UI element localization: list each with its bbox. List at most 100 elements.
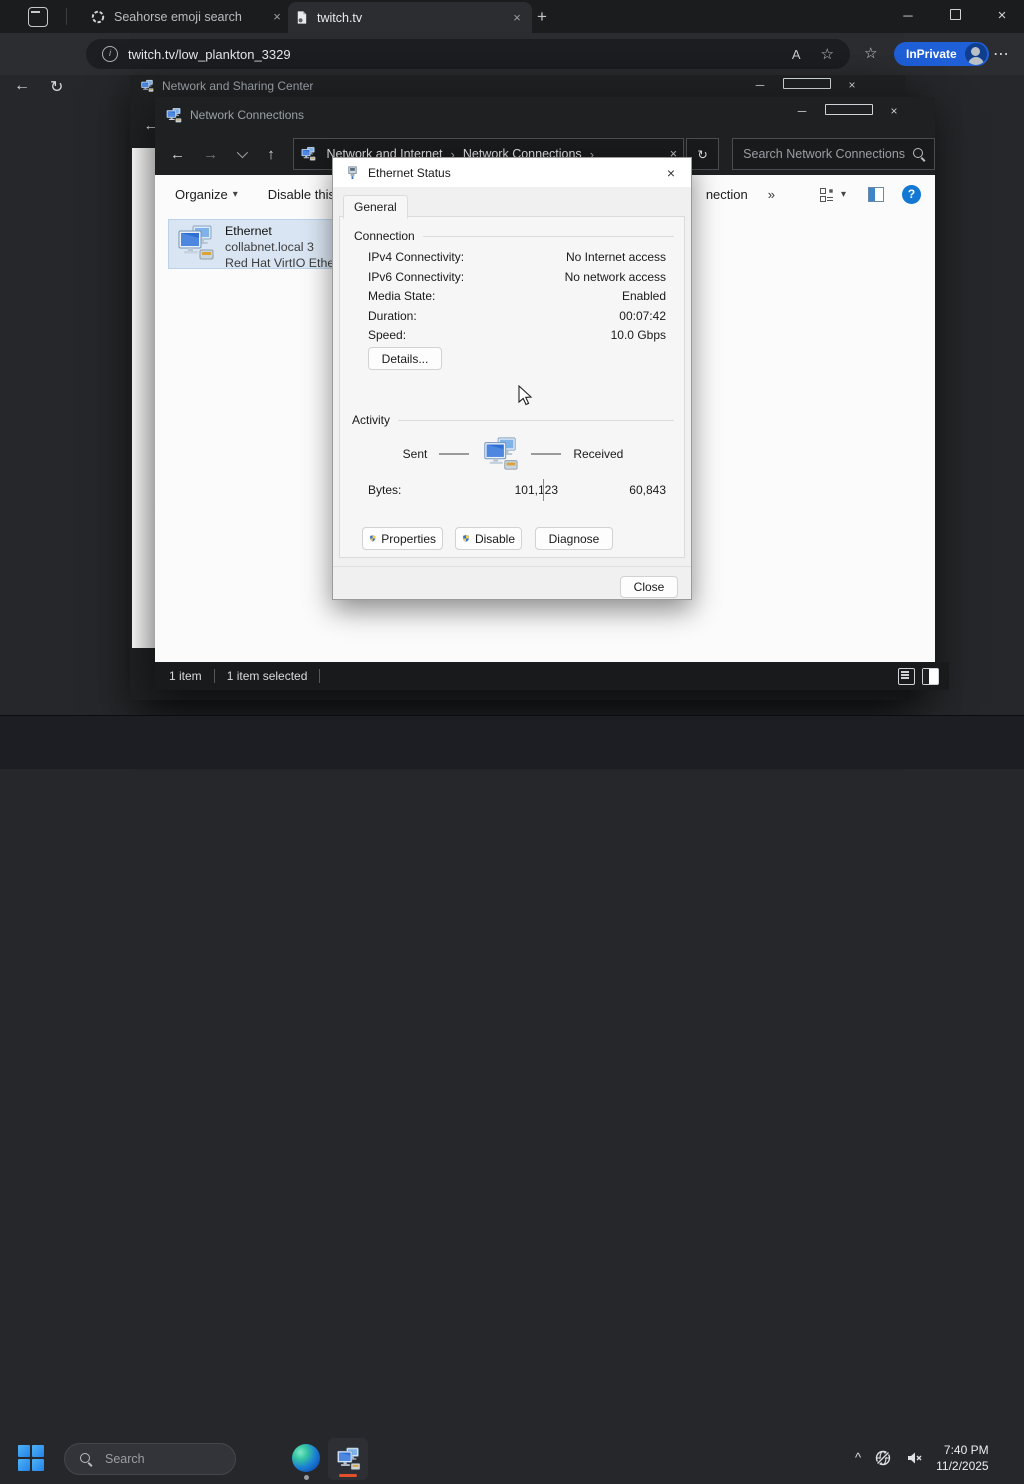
detail-row: Media State: Enabled [368,289,666,303]
more-commands-chevron-icon[interactable]: » [768,187,775,202]
organize-menu[interactable]: Organize [175,187,228,202]
dialog-footer-divider [333,566,691,567]
details-view-icon[interactable] [898,667,915,685]
ethernet-status-dialog: Ethernet Status × General Connection IPv… [332,157,692,600]
detail-row: IPv6 Connectivity: No network access [368,270,666,284]
preview-pane-icon[interactable] [868,186,884,202]
spiral-favicon-icon [90,9,106,25]
nc-status-bar: 1 item 1 item selected [155,662,949,690]
detail-row: IPv4 Connectivity: No Internet access [368,250,666,264]
row-value: No network access [564,270,666,284]
search-icon[interactable] [912,147,926,161]
tab-general[interactable]: General [343,195,408,219]
taskbar-search-box[interactable] [64,1443,236,1475]
tab-label: Seahorse emoji search [114,9,242,24]
bytes-divider [543,479,544,501]
details-button[interactable]: Details... [368,347,442,370]
nc-up-button[interactable]: ↑ [254,146,287,163]
mouse-cursor [518,385,533,406]
dialog-title: Ethernet Status [368,165,451,180]
nc-restore-button[interactable] [825,104,873,118]
properties-button[interactable]: Properties [362,527,443,550]
favorite-star-icon[interactable]: ☆ [821,45,834,63]
url-text: twitch.tv/low_plankton_3329 [128,46,291,62]
uac-shield-icon [369,532,376,545]
row-label: Speed: [368,328,407,342]
organize-dropdown-icon: ▾ [232,188,238,200]
row-label: Duration: [368,309,417,323]
nsc-restore-button[interactable] [783,78,831,92]
row-value: No Internet access [565,250,666,264]
browser-restore-button[interactable] [940,5,970,27]
bytes-label: Bytes: [368,483,402,497]
nc-back-button[interactable]: ← [161,146,194,163]
uac-shield-icon [462,532,470,545]
connection-name: Ethernet [225,224,272,238]
browser-back-button[interactable]: ← [14,77,30,95]
dialog-title-bar: Ethernet Status × [333,158,691,187]
tab-close-icon[interactable]: × [268,8,286,26]
nsc-window-title: Network and Sharing Center [162,79,314,93]
tray-overflow-chevron-icon[interactable]: ^ [855,1450,861,1465]
detail-row: Duration: 00:07:42 [368,309,666,323]
read-aloud-icon[interactable]: A [792,47,801,62]
close-button[interactable]: Close [620,576,678,598]
dialog-close-icon[interactable]: × [651,165,691,181]
start-button[interactable] [18,1445,44,1471]
taskbar-search-input[interactable] [103,1451,235,1467]
nc-close-button[interactable]: × [871,104,917,118]
nc-recent-locations-icon[interactable] [227,145,254,163]
tab-seahorse[interactable]: Seahorse emoji search × [84,0,292,33]
tab-actions-button[interactable] [28,7,48,27]
network-icon [165,107,182,124]
system-tray: ^ 7:40 PM 11/2/2025 [855,1431,1024,1484]
received-label: Received [573,447,624,461]
sent-received-row: Sent Received [340,435,686,473]
row-label: IPv4 Connectivity: [368,250,465,264]
connection-device: Red Hat VirtIO Ether [225,256,339,270]
sent-label: Sent [402,447,428,461]
row-value: 10.0 Gbps [610,328,666,342]
favorites-hub-icon[interactable]: ☆ [864,44,877,62]
nc-search-box[interactable] [732,138,936,170]
taskbar-clock[interactable]: 7:40 PM 11/2/2025 [936,1442,989,1474]
nc-window-title: Network Connections [190,108,305,122]
help-icon[interactable]: ? [902,184,921,204]
tab-close-icon[interactable]: × [508,9,526,27]
site-info-icon[interactable]: i [102,46,118,62]
nc-minimize-button[interactable]: ─ [779,104,825,118]
command-text-partial[interactable]: nection [706,187,748,202]
view-dropdown-icon[interactable]: ▾ [841,189,846,200]
volume-muted-icon[interactable] [905,1449,923,1467]
address-bar[interactable]: i twitch.tv/low_plankton_3329 A ☆ [86,39,850,69]
browser-close-button[interactable]: × [987,5,1017,27]
network-icon [140,79,154,93]
network-icon [300,146,316,162]
inprivate-badge[interactable]: InPrivate [894,42,989,66]
diagnose-button[interactable]: Diagnose [535,527,613,550]
view-tiles-icon[interactable] [819,187,833,202]
ethernet-adapter-icon [175,223,215,263]
nc-forward-button[interactable]: → [194,146,227,163]
tab-twitch[interactable]: twitch.tv × [288,2,532,33]
row-label: IPv6 Connectivity: [368,270,465,284]
row-value: Enabled [621,289,666,303]
no-internet-icon[interactable] [874,1449,892,1467]
refresh-icon: ↻ [697,147,708,162]
nsc-content-sliver [132,148,155,648]
disable-button[interactable]: Disable [455,527,522,550]
nsc-close-button[interactable]: × [829,78,875,92]
inprivate-label: InPrivate [906,47,957,61]
edge-taskbar-icon[interactable] [292,1444,320,1472]
icons-view-icon[interactable] [922,667,939,685]
connection-domain: collabnet.local 3 [225,240,314,254]
nc-search-input[interactable] [741,146,913,162]
new-tab-button[interactable]: + [530,5,554,29]
browser-minimize-button[interactable]: ─ [893,5,923,27]
browser-menu-icon[interactable]: ⋯ [993,44,1009,64]
activity-group: Activity [352,413,674,427]
edge-running-indicator [304,1475,309,1480]
nsc-minimize-button[interactable]: ─ [737,78,783,92]
page-favicon-icon [294,10,309,25]
browser-refresh-button[interactable]: ↻ [50,77,63,97]
